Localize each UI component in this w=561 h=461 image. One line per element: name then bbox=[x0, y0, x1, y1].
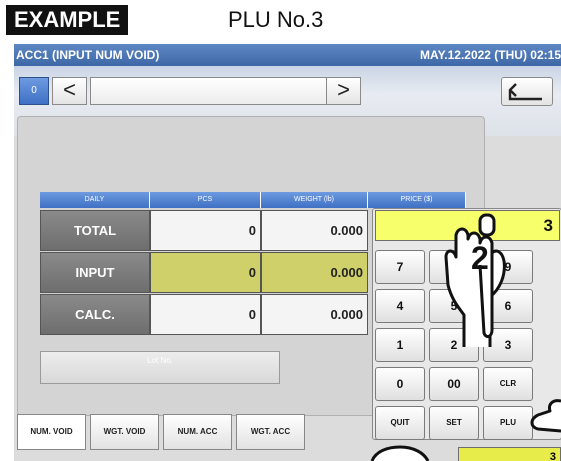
tab-num-acc[interactable]: NUM. ACC bbox=[163, 414, 232, 450]
row-label-total: TOTAL bbox=[40, 210, 150, 251]
tab-wgt-void[interactable]: WGT. VOID bbox=[90, 414, 159, 450]
header-weight: WEIGHT (lb) bbox=[261, 192, 368, 208]
screen-title: ACC1 (INPUT NUM VOID) bbox=[16, 48, 160, 62]
tab-num-void[interactable]: NUM. VOID bbox=[17, 414, 86, 450]
title-bar: ACC1 (INPUT NUM VOID) MAY.12.2022 (THU) … bbox=[14, 44, 561, 66]
next-button[interactable]: > bbox=[326, 77, 361, 105]
step-number: 2 bbox=[471, 240, 489, 276]
row-label-calc: CALC. bbox=[40, 294, 150, 335]
key-0[interactable]: 0 bbox=[375, 367, 425, 401]
key-quit[interactable]: QUIT bbox=[375, 406, 425, 440]
partial-hand-icon bbox=[530, 399, 561, 433]
page-bar bbox=[90, 77, 361, 105]
example-tag: EXAMPLE bbox=[6, 5, 129, 35]
total-pcs: 0 bbox=[150, 210, 261, 251]
header-daily: DAILY bbox=[40, 192, 150, 208]
calc-pcs: 0 bbox=[150, 294, 261, 335]
key-set[interactable]: SET bbox=[429, 406, 479, 440]
row-label-input: INPUT bbox=[40, 252, 150, 293]
pointing-hand-icon bbox=[444, 213, 506, 347]
header-pcs: PCS bbox=[150, 192, 261, 208]
lot-number-field[interactable]: Lot No. bbox=[40, 351, 280, 384]
partial-hand-bottom-icon bbox=[370, 445, 430, 461]
date-time: MAY.12.2022 (THU) 02:15 bbox=[420, 48, 561, 62]
tab-wgt-acc[interactable]: WGT. ACC bbox=[236, 414, 305, 450]
total-weight: 0.000 bbox=[261, 210, 368, 251]
plu-caption: PLU No.3 bbox=[228, 7, 324, 32]
prev-button[interactable]: < bbox=[52, 77, 87, 105]
key-00[interactable]: 00 bbox=[429, 367, 479, 401]
input-pcs[interactable]: 0 bbox=[150, 252, 261, 293]
bottom-value-field: 3 bbox=[458, 447, 561, 461]
key-4[interactable]: 4 bbox=[375, 289, 425, 323]
key-7[interactable]: 7 bbox=[375, 250, 425, 284]
page-badge: 0 bbox=[19, 77, 49, 105]
input-weight[interactable]: 0.000 bbox=[261, 252, 368, 293]
key-1[interactable]: 1 bbox=[375, 328, 425, 362]
back-button[interactable] bbox=[501, 77, 553, 106]
calc-weight: 0.000 bbox=[261, 294, 368, 335]
return-arrow-icon bbox=[508, 83, 542, 101]
